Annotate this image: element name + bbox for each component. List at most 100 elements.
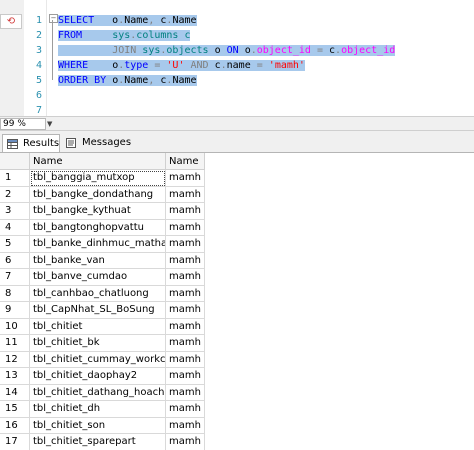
row-number-cell[interactable]: 10 [0,318,30,335]
column-name-cell[interactable]: mamh [166,401,205,418]
row-number-cell[interactable]: 5 [0,236,30,253]
column-name-cell[interactable]: mamh [166,302,205,319]
row-number-cell[interactable]: 6 [0,252,30,269]
column-name-cell[interactable]: mamh [166,368,205,385]
row-number-cell[interactable]: 2 [0,186,30,203]
outline-toggle-icon[interactable]: ⟲ [0,14,22,29]
table-name-cell[interactable]: tbl_bangke_kythuat [30,203,166,220]
code-token: object_id [341,45,396,56]
table-name-cell[interactable]: tbl_chitiet_sparepart [30,434,166,450]
code-token: 'U' [166,60,185,71]
table-row[interactable]: 6 tbl_banke_van mamh [0,252,205,269]
table-name-cell[interactable]: tbl_bangke_dondathang [30,186,166,203]
column-name-cell[interactable]: mamh [166,351,205,368]
tab-results[interactable]: Results [2,134,60,152]
table-row[interactable]: 17 tbl_chitiet_sparepart mamh [0,434,205,450]
fold-guide-line [52,20,53,80]
selected-text: WHERE o.type = 'U' AND c.name = 'mamh' [58,60,305,71]
table-name-cell[interactable]: tbl_chitiet_dh [30,401,166,418]
table-name-cell[interactable]: tbl_banke_van [30,252,166,269]
table-name-cell[interactable]: tbl_banggia_mutxop [30,170,166,187]
row-number-cell[interactable]: 12 [0,351,30,368]
results-grid[interactable]: Name Name 1 tbl_banggia_mutxop mamh 2 tbl_ba… [0,152,474,450]
row-number-cell[interactable]: 9 [0,302,30,319]
row-number-cell[interactable]: 8 [0,285,30,302]
table-row[interactable]: 13 tbl_chitiet_daophay2 mamh [0,368,205,385]
table-row[interactable]: 11 tbl_chitiet_bk mamh [0,335,205,352]
table-name-cell[interactable]: tbl_chitiet [30,318,166,335]
row-number-header[interactable] [0,153,30,170]
table-name-cell[interactable]: tbl_chitiet_dathang_hoachat [30,384,166,401]
table-row[interactable]: 12tbl_chitiet_cummay_workce...mamh [0,351,205,368]
zoom-value: 99 % [3,119,26,129]
table-name-cell[interactable]: tbl_chitiet_son [30,417,166,434]
row-number-cell[interactable]: 14 [0,384,30,401]
column-name-cell[interactable]: mamh [166,417,205,434]
column-header-name-2[interactable]: Name [166,153,205,170]
column-name-cell[interactable]: mamh [166,252,205,269]
column-name-cell[interactable]: mamh [166,186,205,203]
column-name-cell[interactable]: mamh [166,285,205,302]
table-name-cell[interactable]: tbl_canhbao_chatluong [30,285,166,302]
column-name-cell[interactable]: mamh [166,384,205,401]
column-name-cell[interactable]: mamh [166,219,205,236]
column-name-cell[interactable]: mamh [166,203,205,220]
code-token: Name [172,75,197,86]
code-token: Name [124,15,149,26]
row-number-cell[interactable]: 3 [0,203,30,220]
code-token: SELECT [58,15,95,26]
table-row[interactable]: 4 tbl_bangtonghopvattu mamh [0,219,205,236]
row-number-cell[interactable]: 11 [0,335,30,352]
code-line: WHERE o.type = 'U' AND c.name = 'mamh' [58,58,305,73]
table-row[interactable]: 1 tbl_banggia_mutxop mamh [0,170,205,187]
row-number-cell[interactable]: 7 [0,269,30,286]
code-token: Name [172,15,197,26]
table-name-cell[interactable]: tbl_banve_cumdao [30,269,166,286]
row-number-cell[interactable]: 16 [0,417,30,434]
row-number-cell[interactable]: 13 [0,368,30,385]
column-name-cell[interactable]: mamh [166,236,205,253]
code-token: o [208,45,227,56]
chevron-down-icon[interactable]: ▼ [47,120,52,128]
table-name-cell[interactable]: tbl_chitiet_cummay_workce... [30,351,166,368]
code-token: ON [226,45,239,56]
column-name-cell[interactable]: mamh [166,318,205,335]
code-line: FROM sys.columns c [58,28,191,43]
row-number-cell[interactable]: 1 [0,170,30,187]
zoom-dropdown[interactable]: 99 % [0,118,46,130]
table-row[interactable]: 7 tbl_banve_cumdao mamh [0,269,205,286]
tab-messages[interactable]: Messages [62,134,131,152]
code-token: 'mamh' [268,60,305,71]
table-row[interactable]: 16 tbl_chitiet_son mamh [0,417,205,434]
column-name-cell[interactable]: mamh [166,170,205,187]
table-row[interactable]: 15 tbl_chitiet_dh mamh [0,401,205,418]
row-number-cell[interactable]: 15 [0,401,30,418]
table-row[interactable]: 2 tbl_bangke_dondathang mamh [0,186,205,203]
editor-left-strip: ⟲ [0,0,24,116]
collapse-icon[interactable]: − [49,14,58,23]
code-token: name [226,60,251,71]
table-name-cell[interactable]: tbl_banke_dinhmuc_mathang [30,236,166,253]
column-name-cell[interactable]: mamh [166,335,205,352]
table-row[interactable]: 8 tbl_canhbao_chatluong mamh [0,285,205,302]
query-editor[interactable]: ⟲ 1 2 3 4 5 6 7 − SELECT o.Name, c.Name FROM sy… [0,0,474,116]
table-name-cell[interactable]: tbl_chitiet_daophay2 [30,368,166,385]
row-number-cell[interactable]: 4 [0,219,30,236]
table-name-cell[interactable]: tbl_bangtonghopvattu [30,219,166,236]
column-header-name[interactable]: Name [30,153,166,170]
table-row[interactable]: 5 tbl_banke_dinhmuc_mathang mamh [0,236,205,253]
table-row[interactable]: 9 tbl_CapNhat_SL_BoSung mamh [0,302,205,319]
table-row[interactable]: 10 tbl_chitiet mamh [0,318,205,335]
column-name-cell[interactable]: mamh [166,434,205,450]
row-number-cell[interactable]: 17 [0,434,30,450]
column-name-cell[interactable]: mamh [166,269,205,286]
zoom-bar: 99 % ▼ [0,116,474,131]
table-name-cell[interactable]: tbl_chitiet_bk [30,335,166,352]
grid-icon [7,139,18,149]
table-name-cell[interactable]: tbl_CapNhat_SL_BoSung [30,302,166,319]
table-row[interactable]: 3 tbl_bangke_kythuat mamh [0,203,205,220]
messages-icon [66,138,76,148]
code-line: ORDER BY o.Name, c.Name [58,73,197,88]
code-token: JOIN [112,45,137,56]
table-row[interactable]: 14 tbl_chitiet_dathang_hoachat mamh [0,384,205,401]
